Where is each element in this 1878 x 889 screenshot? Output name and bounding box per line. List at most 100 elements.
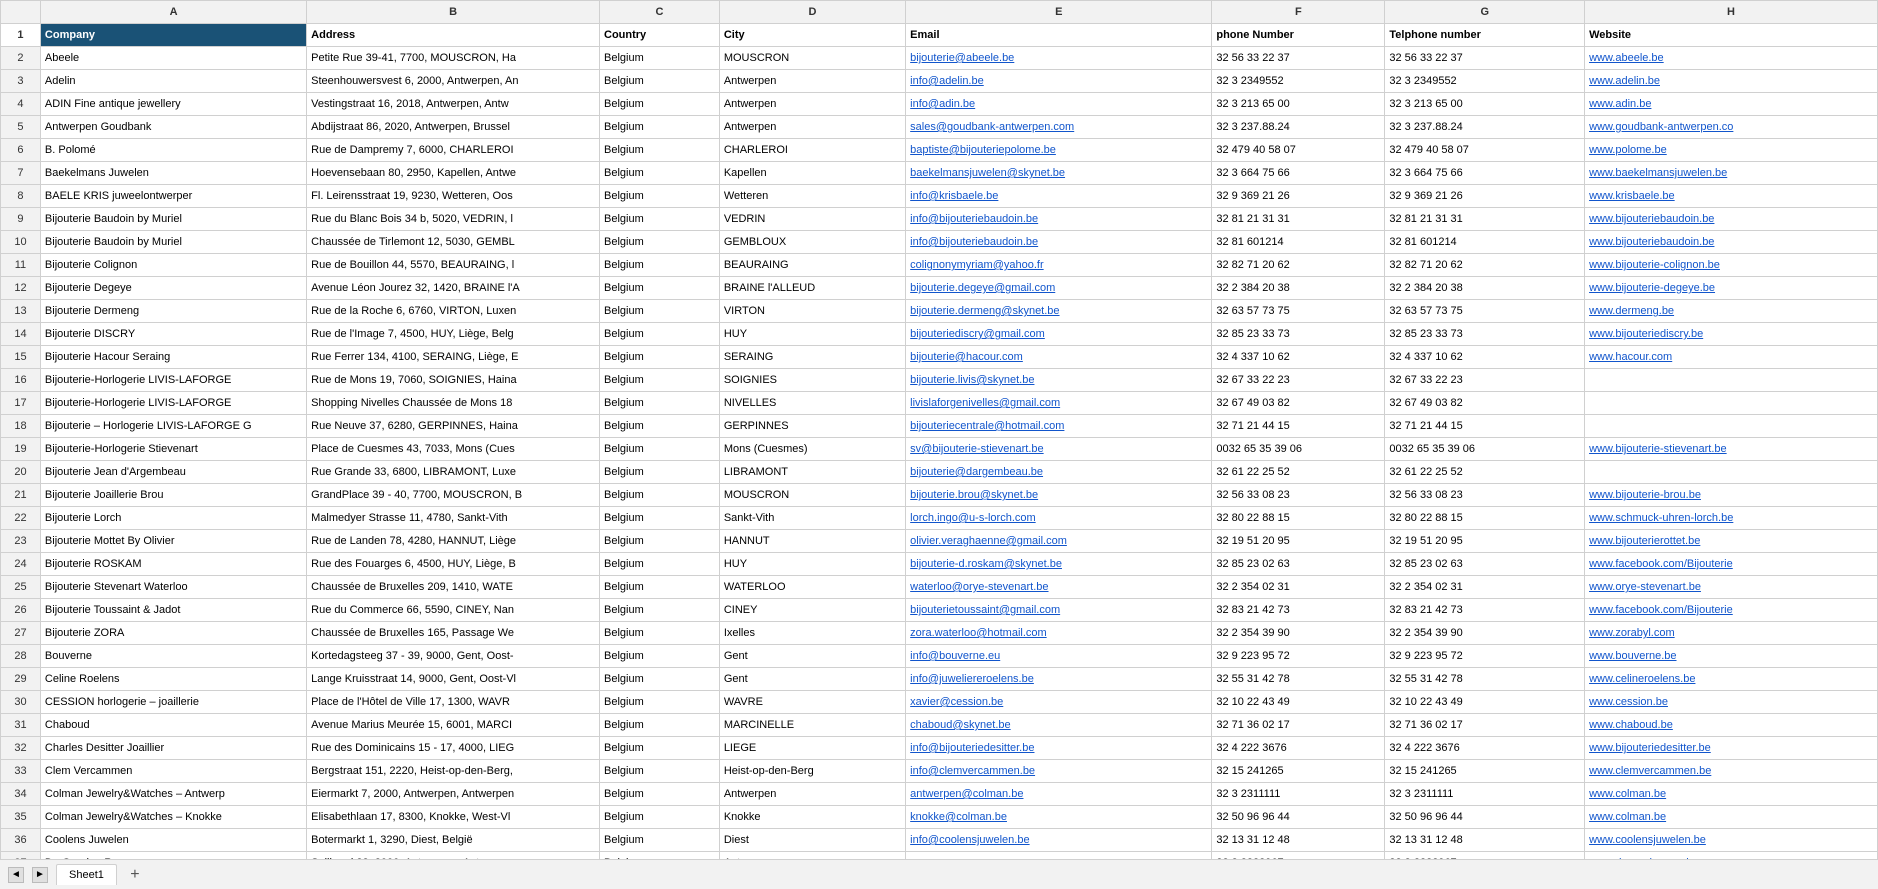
cell-email-4[interactable]: info@adin.be xyxy=(906,93,1212,116)
cell-telphone-36[interactable]: 32 13 31 12 48 xyxy=(1385,829,1585,852)
cell-company-8[interactable]: BAELE KRIS juweelontwerper xyxy=(40,185,306,208)
cell-email-18[interactable]: bijouteriecentrale@hotmail.com xyxy=(906,415,1212,438)
col-header-d[interactable]: D xyxy=(719,1,905,24)
header-country[interactable]: Country xyxy=(600,24,720,47)
cell-phone-32[interactable]: 32 4 222 3676 xyxy=(1212,737,1385,760)
cell-telphone-6[interactable]: 32 479 40 58 07 xyxy=(1385,139,1585,162)
cell-company-20[interactable]: Bijouterie Jean d'Argembeau xyxy=(40,461,306,484)
cell-email-10[interactable]: info@bijouteriebaudoin.be xyxy=(906,231,1212,254)
cell-company-9[interactable]: Bijouterie Baudoin by Muriel xyxy=(40,208,306,231)
cell-phone-5[interactable]: 32 3 237.88.24 xyxy=(1212,116,1385,139)
cell-telphone-37[interactable]: 32 3 2332967 xyxy=(1385,852,1585,860)
cell-address-6[interactable]: Rue de Dampremy 7, 6000, CHARLEROI xyxy=(307,139,600,162)
cell-company-27[interactable]: Bijouterie ZORA xyxy=(40,622,306,645)
cell-website-29[interactable]: www.celineroelens.be xyxy=(1585,668,1878,691)
cell-city-36[interactable]: Diest xyxy=(719,829,905,852)
cell-email-7[interactable]: baekelmansjuwelen@skynet.be xyxy=(906,162,1212,185)
cell-city-6[interactable]: CHARLEROI xyxy=(719,139,905,162)
cell-phone-35[interactable]: 32 50 96 96 44 xyxy=(1212,806,1385,829)
cell-city-12[interactable]: BRAINE l'ALLEUD xyxy=(719,277,905,300)
cell-country-25[interactable]: Belgium xyxy=(600,576,720,599)
cell-telphone-29[interactable]: 32 55 31 42 78 xyxy=(1385,668,1585,691)
cell-country-18[interactable]: Belgium xyxy=(600,415,720,438)
cell-website-7[interactable]: www.baekelmansjuwelen.be xyxy=(1585,162,1878,185)
col-header-b[interactable]: B xyxy=(307,1,600,24)
col-header-h[interactable]: H xyxy=(1585,1,1878,24)
cell-company-35[interactable]: Colman Jewelry&Watches – Knokke xyxy=(40,806,306,829)
cell-website-5[interactable]: www.goudbank-antwerpen.co xyxy=(1585,116,1878,139)
col-header-g[interactable]: G xyxy=(1385,1,1585,24)
cell-email-29[interactable]: info@juweliereroelens.be xyxy=(906,668,1212,691)
cell-phone-26[interactable]: 32 83 21 42 73 xyxy=(1212,599,1385,622)
header-website[interactable]: Website xyxy=(1585,24,1878,47)
cell-website-30[interactable]: www.cession.be xyxy=(1585,691,1878,714)
cell-city-29[interactable]: Gent xyxy=(719,668,905,691)
cell-email-35[interactable]: knokke@colman.be xyxy=(906,806,1212,829)
cell-company-24[interactable]: Bijouterie ROSKAM xyxy=(40,553,306,576)
cell-email-9[interactable]: info@bijouteriebaudoin.be xyxy=(906,208,1212,231)
cell-website-25[interactable]: www.orye-stevenart.be xyxy=(1585,576,1878,599)
cell-website-36[interactable]: www.coolensjuwelen.be xyxy=(1585,829,1878,852)
cell-email-11[interactable]: colignonymyriam@yahoo.fr xyxy=(906,254,1212,277)
cell-telphone-23[interactable]: 32 19 51 20 95 xyxy=(1385,530,1585,553)
cell-email-36[interactable]: info@coolensjuwelen.be xyxy=(906,829,1212,852)
cell-email-15[interactable]: bijouterie@hacour.com xyxy=(906,346,1212,369)
cell-website-15[interactable]: www.hacour.com xyxy=(1585,346,1878,369)
cell-email-25[interactable]: waterloo@orye-stevenart.be xyxy=(906,576,1212,599)
cell-website-31[interactable]: www.chaboud.be xyxy=(1585,714,1878,737)
cell-city-32[interactable]: LIEGE xyxy=(719,737,905,760)
cell-address-31[interactable]: Avenue Marius Meurée 15, 6001, MARCI xyxy=(307,714,600,737)
cell-website-24[interactable]: www.facebook.com/Bijouterie xyxy=(1585,553,1878,576)
cell-company-23[interactable]: Bijouterie Mottet By Olivier xyxy=(40,530,306,553)
cell-address-27[interactable]: Chaussée de Bruxelles 165, Passage We xyxy=(307,622,600,645)
cell-address-30[interactable]: Place de l'Hôtel de Ville 17, 1300, WAVR xyxy=(307,691,600,714)
cell-company-10[interactable]: Bijouterie Baudoin by Muriel xyxy=(40,231,306,254)
cell-website-18[interactable] xyxy=(1585,415,1878,438)
cell-email-19[interactable]: sv@bijouterie-stievenart.be xyxy=(906,438,1212,461)
cell-website-20[interactable] xyxy=(1585,461,1878,484)
cell-address-10[interactable]: Chaussée de Tirlemont 12, 5030, GEMBL xyxy=(307,231,600,254)
cell-city-31[interactable]: MARCINELLE xyxy=(719,714,905,737)
cell-address-13[interactable]: Rue de la Roche 6, 6760, VIRTON, Luxen xyxy=(307,300,600,323)
cell-country-4[interactable]: Belgium xyxy=(600,93,720,116)
cell-telphone-13[interactable]: 32 63 57 73 75 xyxy=(1385,300,1585,323)
cell-email-30[interactable]: xavier@cession.be xyxy=(906,691,1212,714)
cell-phone-13[interactable]: 32 63 57 73 75 xyxy=(1212,300,1385,323)
cell-address-32[interactable]: Rue des Dominicains 15 - 17, 4000, LIEG xyxy=(307,737,600,760)
cell-company-33[interactable]: Clem Vercammen xyxy=(40,760,306,783)
cell-telphone-32[interactable]: 32 4 222 3676 xyxy=(1385,737,1585,760)
cell-address-11[interactable]: Rue de Bouillon 44, 5570, BEAURAING, l xyxy=(307,254,600,277)
cell-company-6[interactable]: B. Polomé xyxy=(40,139,306,162)
cell-phone-6[interactable]: 32 479 40 58 07 xyxy=(1212,139,1385,162)
cell-city-5[interactable]: Antwerpen xyxy=(719,116,905,139)
cell-country-16[interactable]: Belgium xyxy=(600,369,720,392)
cell-website-28[interactable]: www.bouverne.be xyxy=(1585,645,1878,668)
cell-city-16[interactable]: SOIGNIES xyxy=(719,369,905,392)
cell-company-30[interactable]: CESSION horlogerie – joaillerie xyxy=(40,691,306,714)
header-telphone[interactable]: Telphone number xyxy=(1385,24,1585,47)
sheet-tab[interactable]: Sheet1 xyxy=(56,864,117,885)
cell-address-36[interactable]: Botermarkt 1, 3290, Diest, België xyxy=(307,829,600,852)
cell-address-16[interactable]: Rue de Mons 19, 7060, SOIGNIES, Haina xyxy=(307,369,600,392)
cell-website-21[interactable]: www.bijouterie-brou.be xyxy=(1585,484,1878,507)
cell-phone-36[interactable]: 32 13 31 12 48 xyxy=(1212,829,1385,852)
cell-phone-11[interactable]: 32 82 71 20 62 xyxy=(1212,254,1385,277)
cell-city-24[interactable]: HUY xyxy=(719,553,905,576)
cell-country-23[interactable]: Belgium xyxy=(600,530,720,553)
cell-telphone-33[interactable]: 32 15 241265 xyxy=(1385,760,1585,783)
cell-country-11[interactable]: Belgium xyxy=(600,254,720,277)
cell-telphone-35[interactable]: 32 50 96 96 44 xyxy=(1385,806,1585,829)
cell-telphone-22[interactable]: 32 80 22 88 15 xyxy=(1385,507,1585,530)
cell-website-12[interactable]: www.bijouterie-degeye.be xyxy=(1585,277,1878,300)
cell-company-19[interactable]: Bijouterie-Horlogerie Stievenart xyxy=(40,438,306,461)
cell-telphone-16[interactable]: 32 67 33 22 23 xyxy=(1385,369,1585,392)
cell-phone-37[interactable]: 32 3 2332967 xyxy=(1212,852,1385,860)
cell-phone-14[interactable]: 32 85 23 33 73 xyxy=(1212,323,1385,346)
cell-country-20[interactable]: Belgium xyxy=(600,461,720,484)
cell-telphone-25[interactable]: 32 2 354 02 31 xyxy=(1385,576,1585,599)
cell-country-15[interactable]: Belgium xyxy=(600,346,720,369)
cell-city-25[interactable]: WATERLOO xyxy=(719,576,905,599)
cell-address-7[interactable]: Hoevensebaan 80, 2950, Kapellen, Antwe xyxy=(307,162,600,185)
col-header-a[interactable]: A xyxy=(40,1,306,24)
cell-email-33[interactable]: info@clemvercammen.be xyxy=(906,760,1212,783)
